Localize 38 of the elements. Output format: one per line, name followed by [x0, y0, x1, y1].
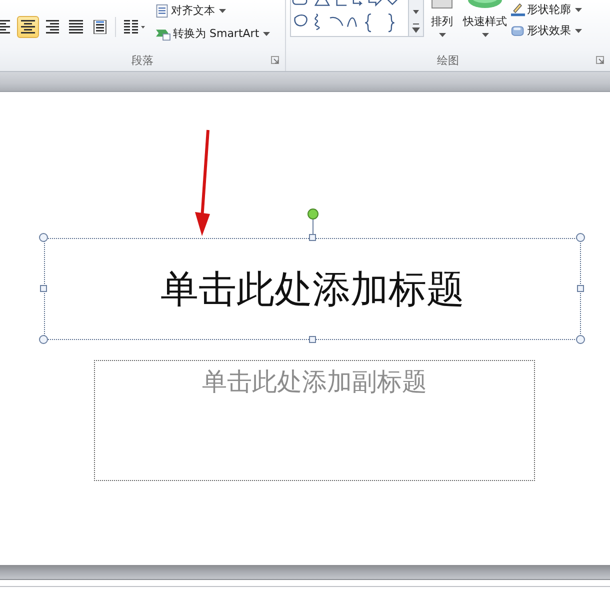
caret-icon — [575, 28, 582, 32]
text-align-icon — [155, 4, 169, 18]
arrange-icon — [429, 0, 455, 10]
align-button[interactable] — [17, 16, 39, 38]
quick-styles-icon — [465, 0, 505, 10]
caret-icon — [438, 33, 446, 37]
resize-handle[interactable] — [576, 335, 585, 344]
resize-handle[interactable] — [308, 234, 316, 241]
resize-handle[interactable] — [577, 285, 584, 292]
ribbon-command[interactable]: 对齐文本 — [154, 2, 272, 19]
shape-gallery[interactable] — [290, 0, 424, 37]
group-label: 绘图 — [437, 52, 459, 68]
caret-icon — [219, 8, 226, 12]
resize-handle[interactable] — [39, 233, 48, 242]
resize-handle[interactable] — [308, 336, 316, 343]
pencil-icon — [511, 2, 525, 16]
columns-icon — [124, 20, 146, 34]
distributed-align-icon — [93, 20, 107, 34]
dialog-launcher-icon[interactable] — [596, 56, 604, 64]
align-center-icon — [21, 20, 35, 34]
group-label: 段落 — [132, 52, 154, 68]
align-left-icon — [0, 20, 11, 34]
resize-handle[interactable] — [40, 285, 47, 292]
caret-icon — [263, 32, 270, 36]
shape-effects-icon — [511, 24, 525, 38]
smartart-icon — [155, 26, 171, 40]
align-right-icon — [45, 20, 59, 34]
resize-handle[interactable] — [39, 335, 48, 344]
caret-icon — [482, 33, 488, 37]
ribbon-button[interactable]: 快速样式 — [460, 0, 510, 50]
ribbon-command[interactable]: 形状轮廓 — [510, 1, 583, 18]
ribbon-button[interactable]: 排列 — [426, 0, 458, 50]
dialog-launcher-icon[interactable] — [271, 56, 279, 64]
ribbon-command[interactable]: 转换为 SmartArt — [154, 25, 272, 42]
caret-icon — [575, 8, 582, 12]
resize-handle[interactable] — [576, 233, 585, 242]
align-justify-icon — [69, 20, 83, 34]
ribbon-command[interactable]: 形状效果 — [510, 22, 583, 39]
